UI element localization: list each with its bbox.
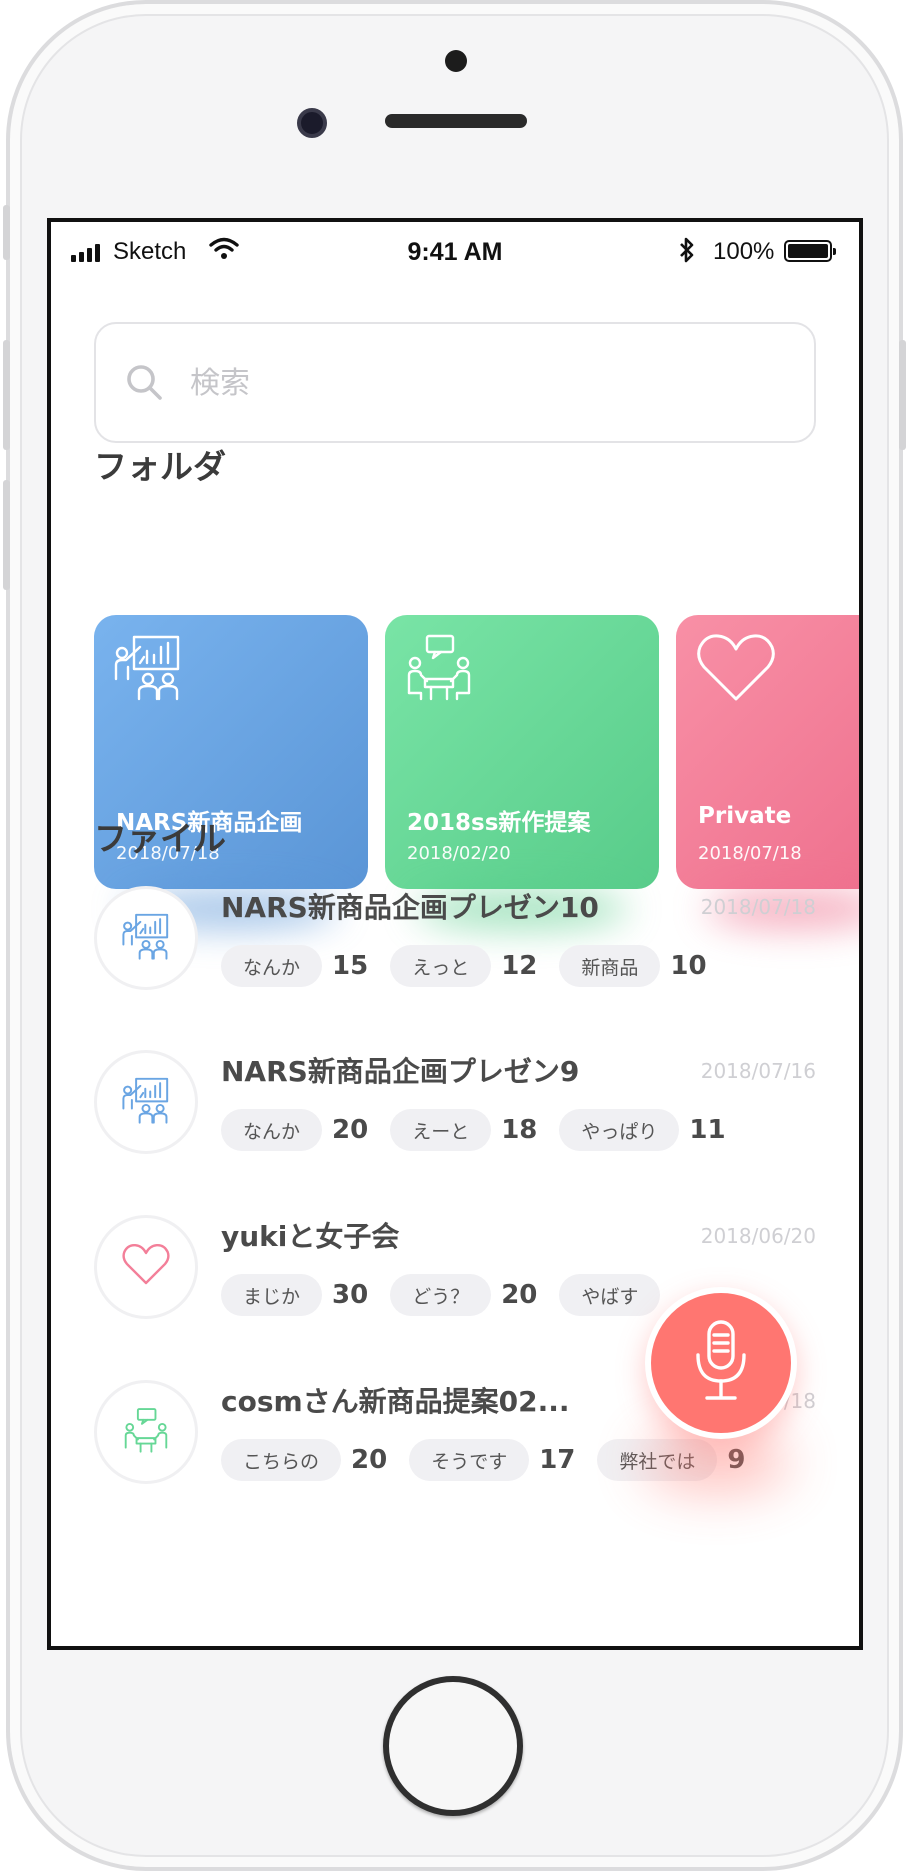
- tag-count: 20: [332, 1115, 369, 1145]
- search-bar[interactable]: [94, 322, 816, 443]
- meeting-icon: [405, 633, 473, 705]
- tag-count: 20: [351, 1445, 388, 1475]
- file-thumbnail: [94, 1050, 198, 1154]
- keyword-tag[interactable]: どう？ 20: [390, 1274, 537, 1316]
- folder-name: 2018ss新作提案: [407, 810, 591, 836]
- folder-date: 2018/02/20: [407, 843, 511, 864]
- volume-up-button: [3, 340, 10, 450]
- folder-date: 2018/07/18: [698, 843, 802, 864]
- heart-icon: [122, 1243, 170, 1291]
- bluetooth-icon: [678, 236, 696, 271]
- tag-label: まじか: [221, 1274, 323, 1316]
- power-button: [899, 340, 906, 450]
- tag-count: 11: [689, 1115, 726, 1145]
- file-title: NARS新商品企画プレゼン9: [221, 1055, 580, 1088]
- folder-card[interactable]: Private 2018/07/18: [676, 615, 859, 929]
- earpiece-speaker: [385, 114, 527, 128]
- tag-label: そうです: [409, 1439, 530, 1481]
- tag-label: なんか: [221, 1109, 323, 1151]
- tag-count: 30: [332, 1280, 369, 1310]
- tag-label: なんか: [221, 945, 323, 987]
- keyword-tags: なんか 15 えっと 12 新商品 10: [221, 945, 729, 987]
- folder-card[interactable]: 2018ss新作提案 2018/02/20: [385, 615, 659, 929]
- tag-count: 12: [501, 951, 538, 981]
- keyword-tag[interactable]: そうです 17: [409, 1439, 575, 1481]
- tag-label: えっと: [390, 945, 492, 987]
- file-title: cosmさん新商品提案02...: [221, 1385, 570, 1418]
- proximity-sensor: [445, 50, 467, 72]
- keyword-tag[interactable]: やっぱり 11: [559, 1109, 726, 1151]
- folders-section-title: フォルダ: [94, 447, 226, 486]
- keyword-tag[interactable]: えっと 12: [390, 945, 537, 987]
- keyword-tag[interactable]: やばす: [559, 1274, 670, 1316]
- status-bar: Sketch 9:41 AM 100%: [51, 222, 859, 282]
- tag-label: こちらの: [221, 1439, 342, 1481]
- keyword-tag[interactable]: えーと 18: [390, 1109, 537, 1151]
- tag-label: どう？: [390, 1274, 492, 1316]
- tag-label: 新商品: [559, 945, 661, 987]
- presentation-icon: [114, 633, 182, 705]
- front-camera: [297, 108, 327, 138]
- folder-name: Private: [698, 803, 792, 829]
- app-screen: Sketch 9:41 AM 100% フォルダ: [47, 218, 863, 1650]
- home-button[interactable]: [383, 1676, 523, 1816]
- tag-label: やばす: [559, 1274, 661, 1316]
- tag-count: 20: [501, 1280, 538, 1310]
- volume-down-button: [3, 480, 10, 590]
- file-thumbnail: [94, 886, 198, 990]
- tag-count: 10: [670, 951, 707, 981]
- file-thumbnail: [94, 1215, 198, 1319]
- presentation-icon: [122, 912, 170, 964]
- mute-switch: [3, 205, 10, 260]
- battery-icon: [784, 240, 836, 262]
- keyword-tag[interactable]: まじか 30: [221, 1274, 368, 1316]
- battery-percentage: 100%: [713, 238, 775, 265]
- presentation-icon: [122, 1076, 170, 1128]
- file-title: NARS新商品企画プレゼン10: [221, 891, 599, 924]
- microphone-icon: [692, 1319, 750, 1407]
- tag-label: やっぱり: [559, 1109, 680, 1151]
- keyword-tag[interactable]: 新商品 10: [559, 945, 707, 987]
- meeting-icon: [123, 1407, 169, 1457]
- tag-label: えーと: [390, 1109, 492, 1151]
- tag-count: 18: [501, 1115, 538, 1145]
- file-list-item[interactable]: NARS新商品企画プレゼン9 2018/07/16 なんか 20 えーと 18 やっ…: [94, 1050, 816, 1190]
- file-date: 2018/07/16: [700, 1059, 816, 1083]
- file-thumbnail: [94, 1380, 198, 1484]
- heart-icon: [696, 633, 776, 709]
- record-button[interactable]: [645, 1287, 797, 1439]
- file-date: 2018/07/18: [700, 895, 816, 919]
- tag-count: 15: [332, 951, 369, 981]
- keyword-tags: まじか 30 どう？ 20 やばす: [221, 1274, 692, 1316]
- files-section-title: ファイル: [94, 819, 226, 858]
- search-input[interactable]: [190, 358, 750, 408]
- keyword-tags: なんか 20 えーと 18 やっぱり 11: [221, 1109, 748, 1151]
- keyword-tag[interactable]: こちらの 20: [221, 1439, 387, 1481]
- file-list-item[interactable]: NARS新商品企画プレゼン10 2018/07/18 なんか 15 えっと 12 新…: [94, 886, 816, 1026]
- keyword-tag[interactable]: なんか 15: [221, 945, 368, 987]
- tag-count: 17: [539, 1445, 576, 1475]
- keyword-tag[interactable]: なんか 20: [221, 1109, 368, 1151]
- file-date: 2018/06/20: [700, 1224, 816, 1248]
- mic-button-glow: [643, 1432, 791, 1492]
- search-icon: [124, 362, 166, 408]
- file-title: yukiと女子会: [221, 1220, 400, 1253]
